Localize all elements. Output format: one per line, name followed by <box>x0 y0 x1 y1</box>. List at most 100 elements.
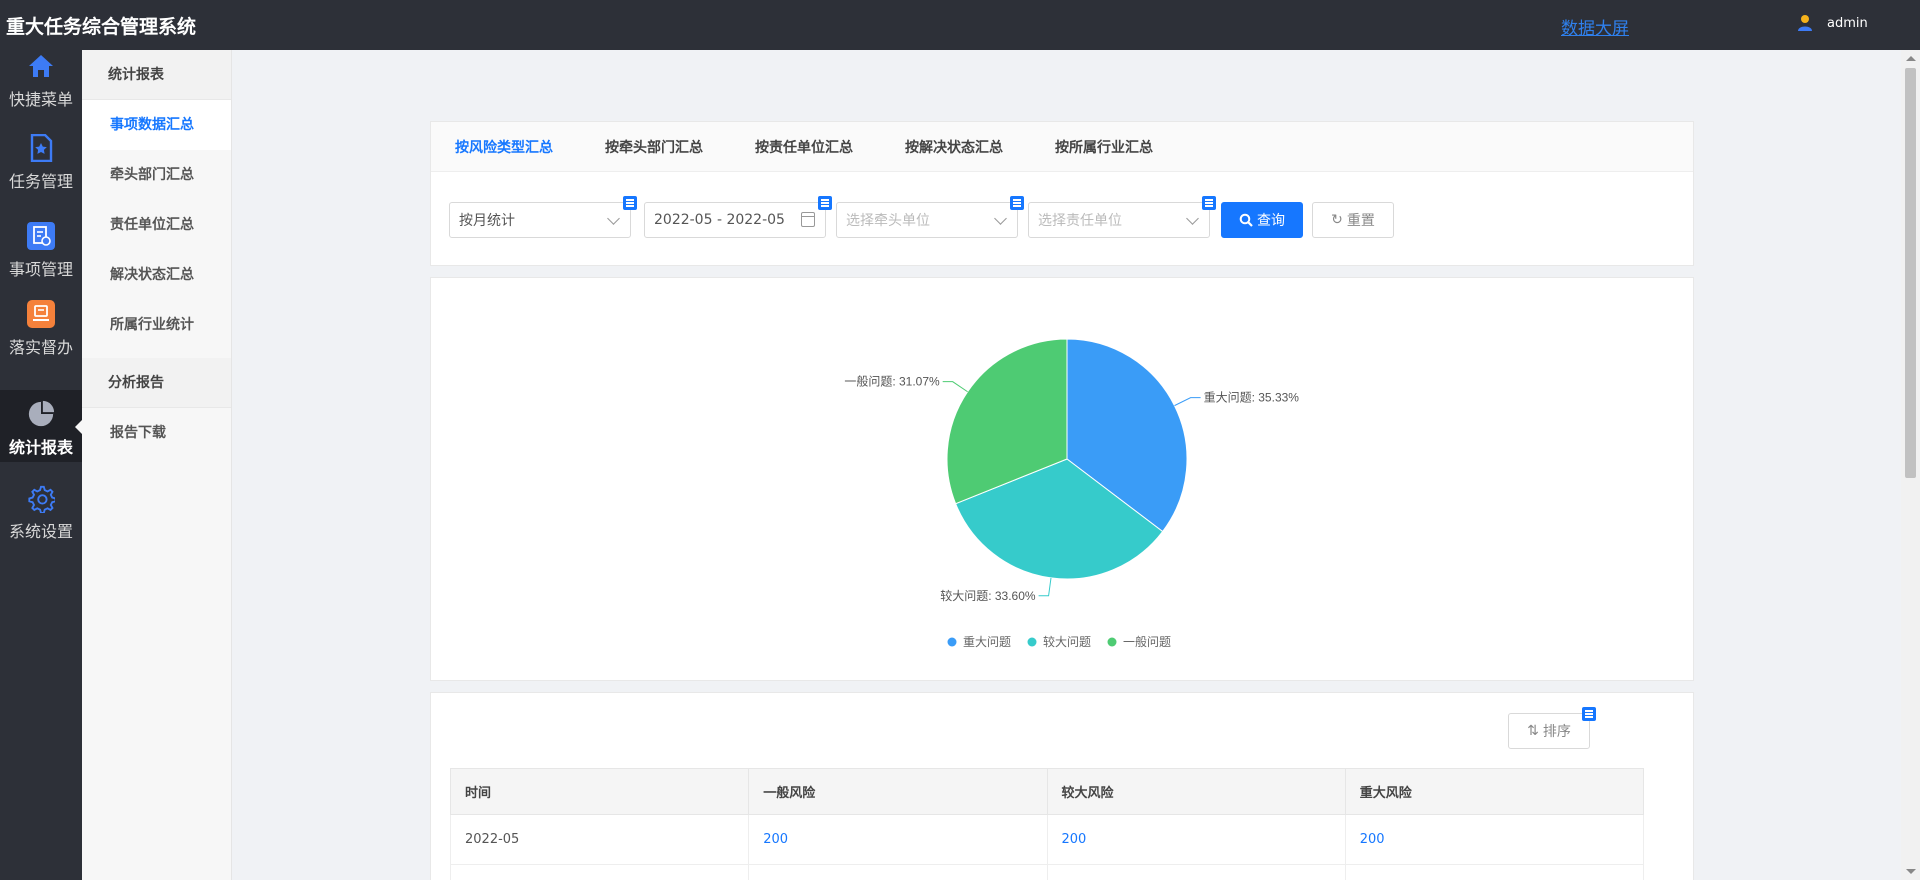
primary-nav: 快捷菜单 任务管理 事项管理 落实督办 统计报表 系统设置 <box>0 50 82 880</box>
data-big-screen-link[interactable]: 数据大屏 <box>1561 14 1629 39</box>
matter-icon <box>27 222 55 250</box>
nav-supervise[interactable]: 落实督办 <box>0 300 82 362</box>
cell-larger-risk[interactable]: 200 <box>1046 864 1346 880</box>
cell-general-risk[interactable]: 200 <box>748 814 1048 865</box>
list-badge-icon <box>1202 196 1216 210</box>
tab-resp-unit[interactable]: 按责任单位汇总 <box>755 137 853 157</box>
sort-button-label: 排序 <box>1542 724 1571 740</box>
nav-quick-menu[interactable]: 快捷菜单 <box>0 52 82 114</box>
supervise-icon <box>27 300 55 328</box>
user-menu[interactable]: admin <box>1797 14 1868 32</box>
pie-leader-line <box>942 381 968 393</box>
submenu-item-matter-summary[interactable]: 事项数据汇总 <box>82 100 231 150</box>
query-button-label: 查询 <box>1257 213 1285 229</box>
app-title: 重大任务综合管理系统 <box>6 15 197 38</box>
cell-general-risk[interactable]: 200 <box>748 864 1048 880</box>
period-select[interactable]: 按月统计 <box>449 196 637 238</box>
nav-matter-management[interactable]: 事项管理 <box>0 222 82 284</box>
table-row: 2022-05 200 200 200 <box>449 814 1645 865</box>
submenu-item-status-summary[interactable]: 解决状态汇总 <box>82 250 231 300</box>
col-header-larger-risk: 较大风险 <box>1046 768 1346 815</box>
nav-label: 快捷菜单 <box>8 90 73 109</box>
task-doc-icon <box>27 134 55 162</box>
period-select-value: 按月统计 <box>459 213 515 229</box>
legend-label[interactable]: 一般问题 <box>1123 634 1171 649</box>
chevron-down-icon <box>607 212 620 225</box>
cell-major-risk[interactable]: 200 <box>1344 814 1645 865</box>
resp-unit-select[interactable]: 选择责任单位 <box>1028 196 1216 238</box>
top-header: 重大任务综合管理系统 数据大屏 admin <box>0 0 1920 50</box>
list-badge-icon <box>1010 196 1024 210</box>
table-row: 2022-04 200 200 200 <box>449 864 1645 880</box>
table-card: ⇅ 排序 时间 一般风险 较大风险 重大风险 2022-05 200 200 2… <box>430 692 1694 880</box>
active-caret <box>75 420 82 434</box>
list-badge-icon <box>623 196 637 210</box>
nav-label: 落实督办 <box>8 338 73 357</box>
submenu-item-industry-stats[interactable]: 所属行业统计 <box>82 300 231 350</box>
tab-risk-type[interactable]: 按风险类型汇总 <box>455 137 553 157</box>
user-name: admin <box>1827 15 1868 31</box>
pie-label: 较大问题: 33.60% <box>940 588 1036 603</box>
cell-time: 2022-05 <box>449 814 750 865</box>
page-scrollbar[interactable] <box>1901 50 1920 880</box>
risk-type-pie-chart: 重大问题: 35.33% 较大问题: 33.60% 一般问题: 31.07% 重大问题… <box>844 338 1300 649</box>
date-range-picker[interactable]: 2022-05 - 2022-05 <box>644 196 832 238</box>
sort-icon: ⇅ <box>1527 723 1539 739</box>
user-icon <box>1798 15 1812 31</box>
submenu-item-report-download[interactable]: 报告下载 <box>82 408 231 458</box>
submenu-item-resp-unit-summary[interactable]: 责任单位汇总 <box>82 200 231 250</box>
tab-industry[interactable]: 按所属行业汇总 <box>1055 137 1153 157</box>
lead-unit-select[interactable]: 选择牵头单位 <box>836 196 1024 238</box>
home-icon <box>27 52 55 80</box>
calendar-icon <box>801 212 815 227</box>
search-icon <box>1239 213 1253 227</box>
submenu-group-statistics: 统计报表 <box>82 50 231 100</box>
cell-time: 2022-04 <box>449 864 750 880</box>
list-badge-icon <box>1582 707 1596 721</box>
nav-task-management[interactable]: 任务管理 <box>0 134 82 196</box>
legend-label[interactable]: 重大问题 <box>963 635 1011 649</box>
reset-button-label: 重置 <box>1346 213 1375 229</box>
reset-button[interactable]: ↻ 重置 <box>1312 202 1394 238</box>
legend-label[interactable]: 较大问题 <box>1043 634 1091 649</box>
legend-marker[interactable] <box>947 637 957 647</box>
resp-unit-placeholder: 选择责任单位 <box>1038 213 1122 229</box>
legend-marker[interactable] <box>1107 637 1117 647</box>
col-header-major-risk: 重大风险 <box>1344 768 1645 815</box>
query-button[interactable]: 查询 <box>1221 202 1303 238</box>
cell-major-risk[interactable]: 200 <box>1344 864 1645 880</box>
chevron-down-icon <box>994 212 1007 225</box>
refresh-icon: ↻ <box>1331 212 1343 228</box>
nav-label: 统计报表 <box>8 438 73 457</box>
list-badge-icon <box>818 196 832 210</box>
nav-statistics-report[interactable]: 统计报表 <box>0 390 82 462</box>
nav-system-settings[interactable]: 系统设置 <box>0 484 82 546</box>
submenu-item-lead-dept-summary[interactable]: 牵头部门汇总 <box>82 150 231 200</box>
scroll-up-arrow-icon[interactable] <box>1906 56 1916 61</box>
nav-label: 事项管理 <box>8 260 73 279</box>
pie-leader-line <box>1038 577 1052 597</box>
summary-table: 时间 一般风险 较大风险 重大风险 2022-05 200 200 200 20… <box>449 768 1645 880</box>
tab-status[interactable]: 按解决状态汇总 <box>905 137 1003 157</box>
date-range-value: 2022-05 - 2022-05 <box>654 212 785 228</box>
legend-marker[interactable] <box>1027 637 1037 647</box>
tab-lead-dept[interactable]: 按牵头部门汇总 <box>605 137 703 157</box>
cell-larger-risk[interactable]: 200 <box>1046 814 1346 865</box>
chevron-down-icon <box>1186 212 1199 225</box>
col-header-general-risk: 一般风险 <box>748 768 1048 815</box>
pie-label: 重大问题: 35.33% <box>1204 391 1300 405</box>
pie-chart-icon <box>27 400 55 428</box>
filter-card: 按风险类型汇总 按牵头部门汇总 按责任单位汇总 按解决状态汇总 按所属行业汇总 … <box>430 121 1694 266</box>
table-header-row: 时间 一般风险 较大风险 重大风险 <box>449 768 1645 815</box>
gear-icon <box>27 484 55 513</box>
nav-label: 系统设置 <box>8 522 73 541</box>
summary-tabs: 按风险类型汇总 按牵头部门汇总 按责任单位汇总 按解决状态汇总 按所属行业汇总 <box>431 122 1693 172</box>
pie-leader-line <box>1174 397 1201 407</box>
scrollbar-thumb[interactable] <box>1905 68 1916 478</box>
nav-label: 任务管理 <box>8 172 73 191</box>
secondary-menu: 统计报表 事项数据汇总 牵头部门汇总 责任单位汇总 解决状态汇总 所属行业统计 … <box>82 50 232 880</box>
chart-card: 重大问题: 35.33% 较大问题: 33.60% 一般问题: 31.07% 重大问题… <box>430 277 1694 681</box>
lead-unit-placeholder: 选择牵头单位 <box>846 213 930 229</box>
scroll-down-arrow-icon[interactable] <box>1906 869 1916 874</box>
sort-button[interactable]: ⇅ 排序 <box>1508 707 1596 749</box>
